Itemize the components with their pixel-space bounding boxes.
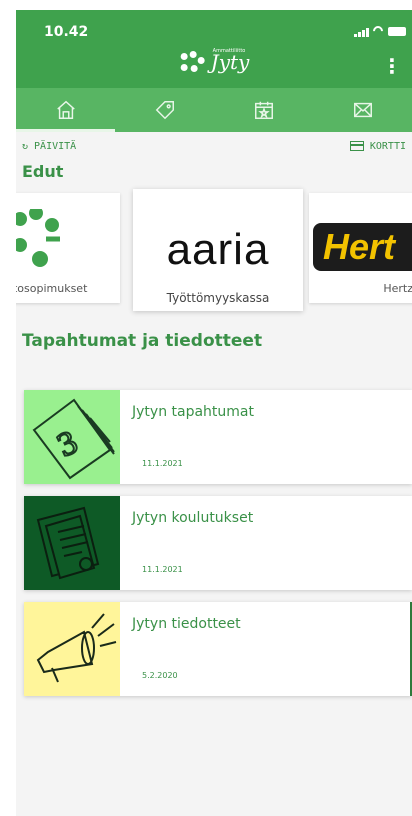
event-date: 11.1.2021: [142, 459, 183, 468]
jyty-logo: Jyty Ammattiliitto: [179, 48, 249, 74]
calendar-pages-icon: 3: [32, 398, 115, 480]
app-screen: 10.42 Jyty Ammattiliitto ⋮ ↻ PÄIVITÄ KOR…: [16, 10, 412, 816]
event-info: Jytyn koulutukset 11.1.2021: [120, 496, 412, 590]
toolbar: ↻ PÄIVITÄ KORTTI: [16, 132, 412, 160]
card-label: KORTTI: [369, 140, 406, 152]
event-date: 11.1.2021: [142, 565, 183, 574]
event-thumbnail: 3: [24, 390, 120, 484]
tab-bar: [16, 88, 412, 132]
event-date: 5.2.2020: [142, 671, 178, 680]
calendar-icon: [254, 101, 273, 119]
card-icon: [349, 141, 364, 151]
status-time: 10.42: [44, 24, 89, 40]
benefits-carousel[interactable]: htosopimukset aaria Työttömyyskassa Hert…: [16, 189, 412, 313]
tab-mail[interactable]: [313, 88, 412, 132]
event-thumbnail: [24, 496, 120, 590]
megaphone-icon: [36, 613, 117, 683]
event-info: Jytyn tiedotteet 5.2.2020: [120, 602, 412, 696]
certificate-icon: [36, 506, 100, 580]
tab-home[interactable]: [16, 88, 115, 132]
benefit-caption: Hertz: [383, 282, 412, 295]
benefit-caption: htosopimukset: [16, 282, 88, 295]
kebab-menu-icon[interactable]: ⋮: [382, 54, 402, 78]
event-card-tapahtumat[interactable]: 3 Jytyn tapahtumat 11.1.2021: [24, 390, 412, 484]
event-card-tiedotteet[interactable]: Jytyn tiedotteet 5.2.2020: [24, 602, 412, 696]
event-thumbnail: [24, 602, 120, 696]
card-button[interactable]: KORTTI: [349, 140, 406, 152]
benefit-card-aaria[interactable]: aaria Työttömyyskassa: [133, 189, 303, 311]
home-icon: [56, 100, 75, 119]
tab-benefits[interactable]: [115, 88, 214, 132]
refresh-icon: ↻: [22, 140, 29, 152]
event-card-koulutukset[interactable]: Jytyn koulutukset 11.1.2021: [24, 496, 412, 590]
signal-icon: [354, 27, 369, 37]
logo-small-text: Ammattiliitto: [212, 48, 246, 54]
jyty-logo-mark-icon: [179, 51, 205, 73]
benefit-card-agreements[interactable]: htosopimukset: [16, 193, 120, 303]
event-title: Jytyn tapahtumat: [132, 404, 254, 420]
tag-icon: [155, 101, 174, 120]
status-icons: [354, 26, 406, 37]
refresh-button[interactable]: ↻ PÄIVITÄ: [22, 141, 76, 152]
benefits-title: Edut: [22, 162, 64, 181]
event-info: Jytyn tapahtumat 11.1.2021: [120, 390, 412, 484]
event-title: Jytyn koulutukset: [132, 510, 254, 526]
event-title: Jytyn tiedotteet: [132, 616, 241, 632]
hertz-logo: Hert: [313, 223, 412, 271]
events-title: Tapahtumat ja tiedotteet: [22, 331, 263, 351]
app-header: Jyty Ammattiliitto ⋮: [16, 48, 412, 88]
mail-icon: [353, 102, 372, 118]
aaria-logo: aaria: [166, 225, 270, 274]
wifi-icon: [373, 26, 384, 37]
battery-icon: [388, 27, 406, 36]
benefit-caption: Työttömyyskassa: [166, 291, 270, 305]
refresh-label: PÄIVITÄ: [34, 140, 77, 152]
tab-calendar[interactable]: [214, 88, 313, 132]
agreements-logo-icon: [16, 209, 60, 267]
benefit-card-hertz[interactable]: Hert Hertz: [309, 193, 412, 303]
